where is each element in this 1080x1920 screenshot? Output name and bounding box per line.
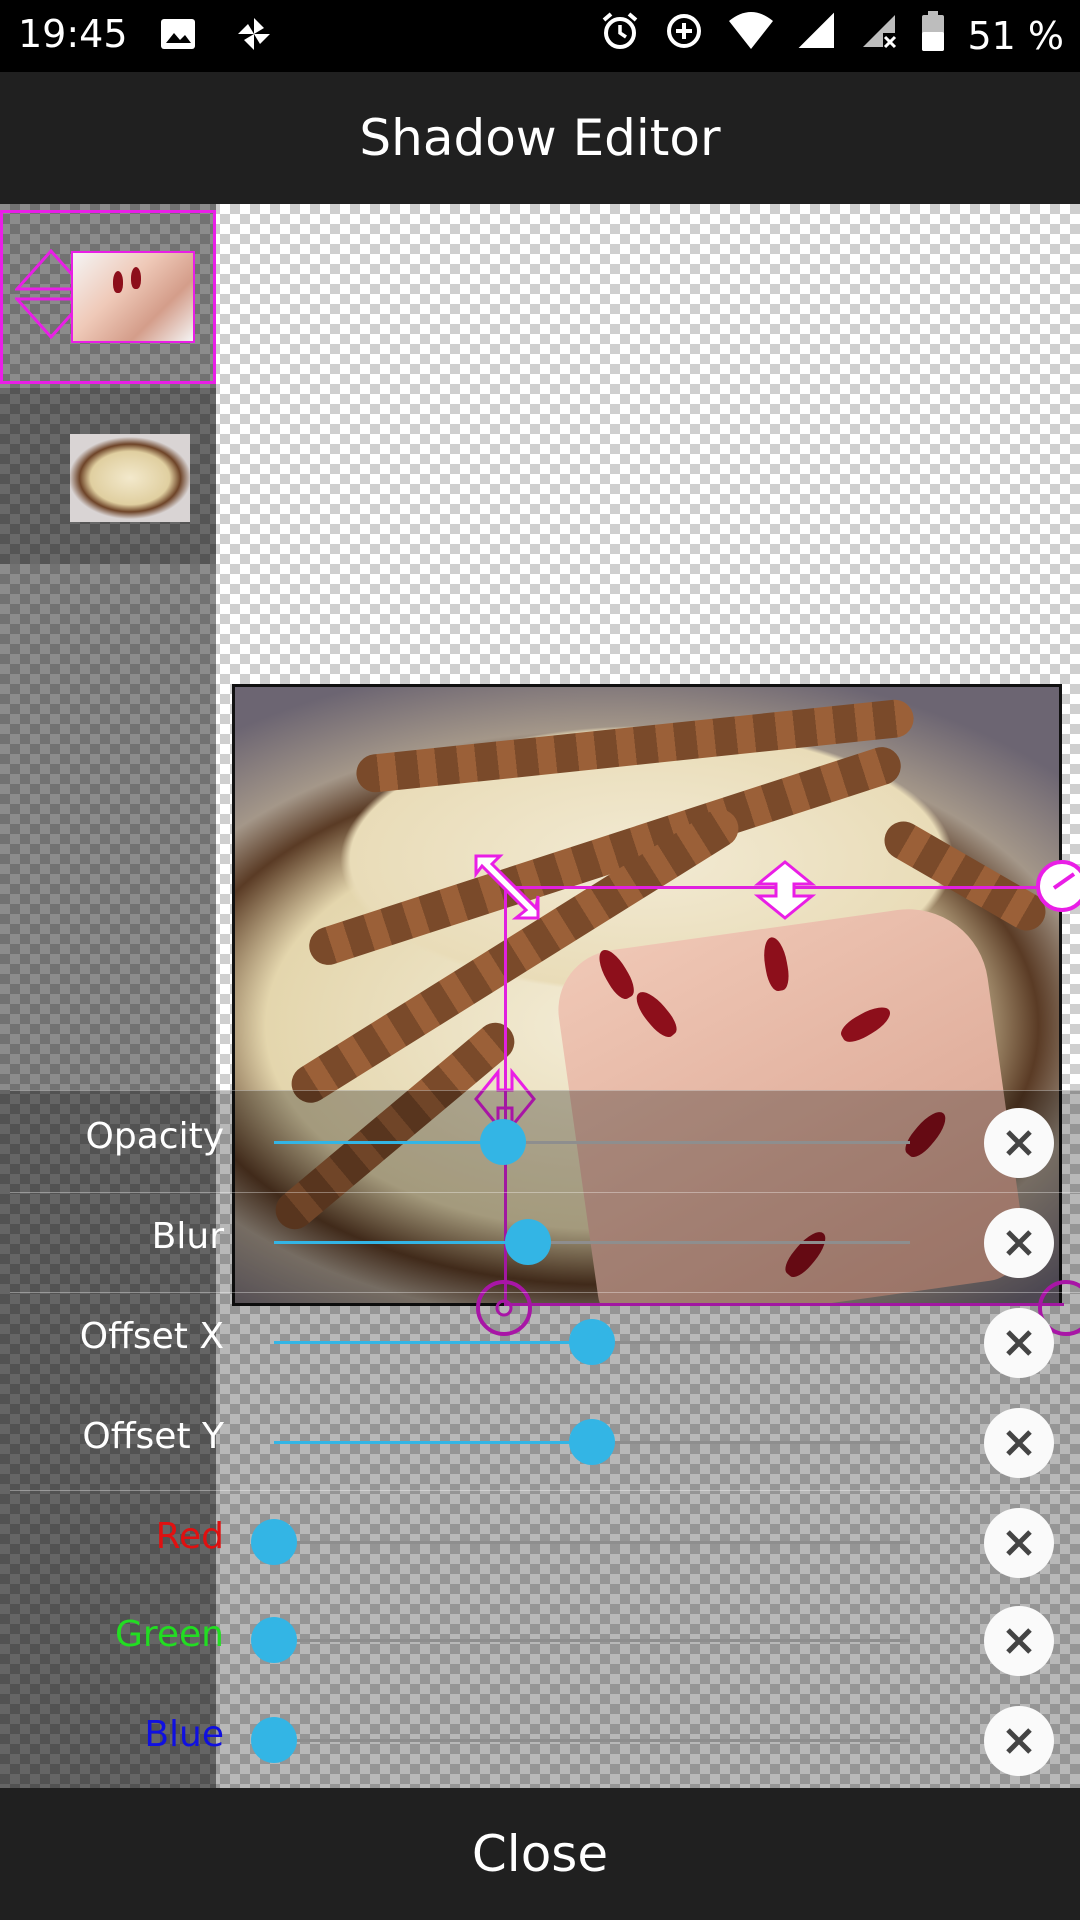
slider-label-green: Green [114,1614,224,1655]
close-icon [1006,1430,1032,1456]
layer-thumbnail-cake [70,434,190,522]
layer-item-cake[interactable] [0,388,216,564]
close-icon [1006,1330,1032,1356]
close-icon [1006,1728,1032,1754]
image-icon [158,14,198,63]
close-icon [1006,1130,1032,1156]
close-icon [1006,1230,1032,1256]
red-slider[interactable] [274,1541,910,1544]
reset-red-button[interactable] [984,1508,1054,1578]
divider [10,1090,1080,1091]
close-button-label: Close [471,1825,609,1883]
slider-label-opacity: Opacity [85,1116,224,1157]
opacity-knob[interactable] [479,1119,526,1165]
slider-row-opacity: Opacity [0,1092,1080,1192]
green-slider[interactable] [274,1639,910,1642]
opacity-fill [274,1141,503,1144]
reset-blue-button[interactable] [984,1706,1054,1776]
reset-opacity-button[interactable] [984,1108,1054,1178]
offset-y-fill [274,1441,592,1444]
reset-blur-button[interactable] [984,1208,1054,1278]
slider-row-offset-y: Offset Y [0,1392,1080,1492]
signal-no-data-icon [859,11,899,60]
opacity-slider[interactable] [274,1141,910,1144]
slider-label-offset-y: Offset Y [82,1416,224,1457]
page-title: Shadow Editor [359,109,721,167]
status-time: 19:45 [18,12,128,56]
slider-label-blur: Blur [151,1216,224,1257]
offset-y-knob[interactable] [569,1419,615,1465]
signal-icon [797,11,837,60]
resize-handle-icon[interactable] [470,850,544,928]
battery-percent: 51 % [967,13,1064,58]
slider-row-offset-x: Offset X [0,1292,1080,1392]
blue-knob[interactable] [251,1717,297,1763]
status-bar: 19:45 51 % [0,0,1080,72]
battery-icon [921,10,945,61]
blur-knob[interactable] [505,1219,552,1265]
reset-offset-y-button[interactable] [984,1408,1054,1478]
reset-offset-x-button[interactable] [984,1308,1054,1378]
slider-label-red: Red [155,1516,224,1557]
slider-row-blue: Blue [0,1690,1080,1790]
blue-slider[interactable] [274,1739,910,1742]
slider-row-green: Green [0,1590,1080,1690]
offset-x-fill [274,1341,592,1344]
slider-row-red: Red [0,1492,1080,1592]
alarm-icon [599,10,641,61]
close-button[interactable]: Close [0,1788,1080,1920]
slider-label-offset-x: Offset X [79,1316,224,1357]
pinwheel-icon [234,14,274,63]
reset-green-button[interactable] [984,1606,1054,1676]
layer-item-hand[interactable] [0,210,216,384]
blur-fill [274,1241,529,1244]
close-icon [1006,1628,1032,1654]
slider-label-blue: Blue [144,1714,224,1755]
rotate-handle-icon[interactable] [1034,858,1080,918]
layer-thumbnail-hand [71,251,195,343]
data-saver-icon [663,10,705,61]
blur-slider[interactable] [274,1241,910,1244]
red-knob[interactable] [251,1519,297,1565]
offset-x-knob[interactable] [569,1319,615,1365]
app-bar: Shadow Editor [0,72,1080,204]
divider [10,1490,1080,1491]
wifi-icon [727,11,775,60]
slider-row-blur: Blur [0,1192,1080,1292]
close-icon [1006,1530,1032,1556]
green-knob[interactable] [251,1617,297,1663]
vertical-resize-handle-icon[interactable] [753,860,817,924]
